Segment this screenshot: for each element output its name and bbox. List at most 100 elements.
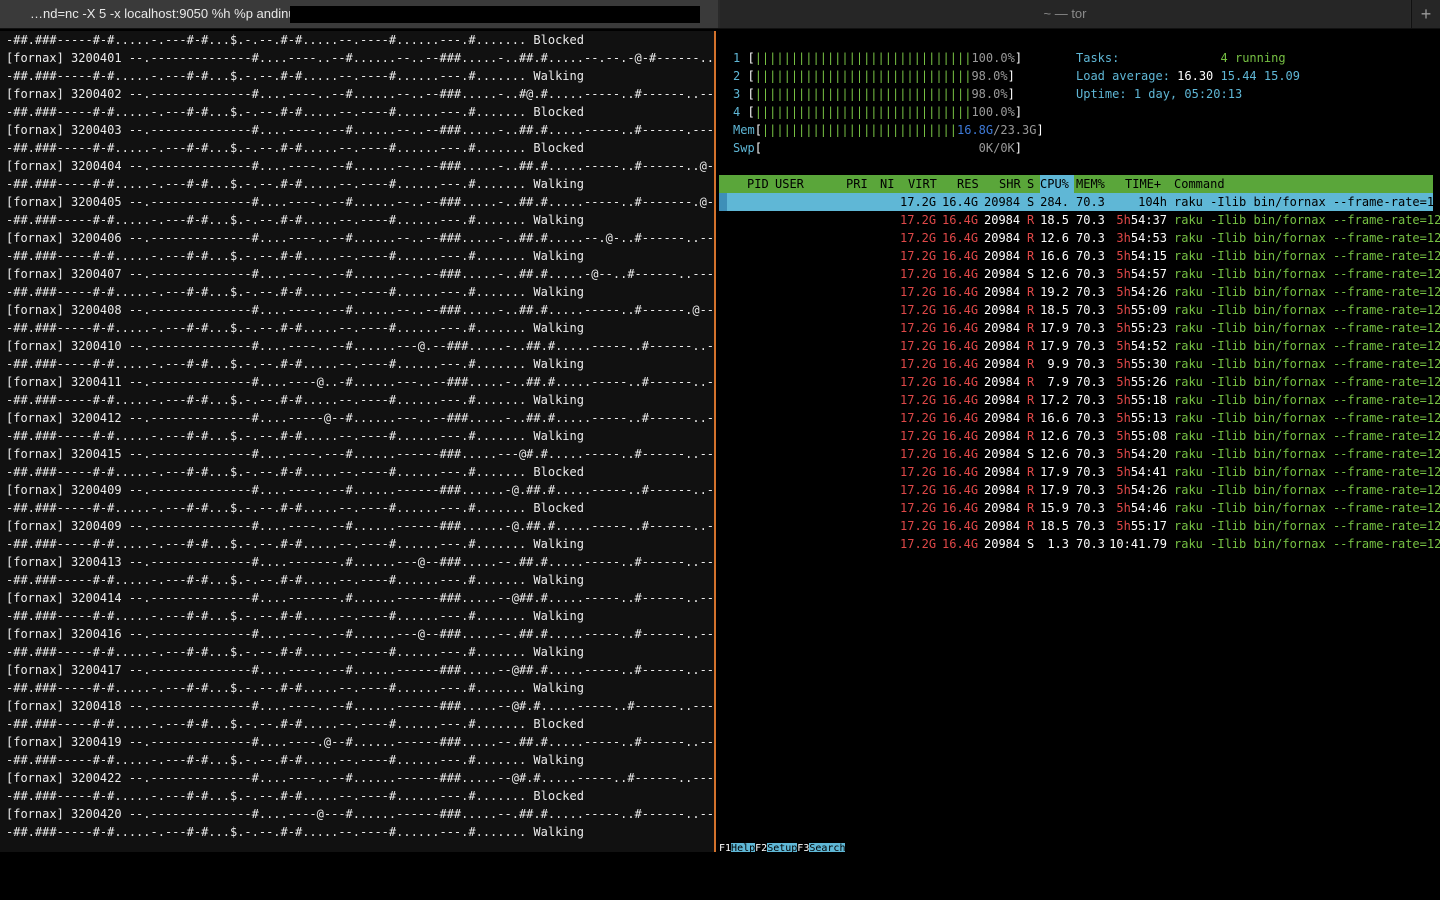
proc-time-rest: 104h — [1138, 195, 1167, 209]
terminal-line: [fornax] 3200401 --.--------------#....-… — [6, 51, 714, 65]
proc-shr: 20984 — [984, 447, 1021, 461]
function-key-3[interactable]: F3 — [797, 843, 809, 853]
proc-command: raku -Ilib bin/fornax --frame-rate=12 — [1174, 285, 1440, 299]
proc-virt: 17.2G — [900, 501, 937, 515]
proc-res: 16.4G — [942, 465, 979, 479]
col-time[interactable]: TIME+ — [1125, 175, 1161, 193]
proc-cpu: 16.6 — [1040, 249, 1069, 263]
proc-command: raku -Ilib bin/fornax --frame-rate=12 — [1174, 303, 1440, 317]
terminal-line: -##.###-----#-#.....-.---#-#...$.-.--.#-… — [6, 429, 584, 443]
proc-time-rest: 54:46 — [1130, 501, 1167, 515]
col-virt[interactable]: VIRT — [908, 175, 937, 193]
col-command[interactable]: Command — [1174, 175, 1225, 193]
proc-cpu: 9.9 — [1047, 357, 1069, 371]
proc-time: 5h55:13 — [1109, 409, 1167, 427]
process-row[interactable]: 17.2G 16.4G 20984 R 17.9 70.3 raku -Ilib bin/f… — [719, 463, 1440, 481]
col-res[interactable]: RES — [957, 175, 979, 193]
meter-bracket: [ — [747, 51, 755, 65]
tab-ssh-session[interactable]: …nd=nc -X 5 -x localhost:9050 %h %p andi… — [0, 0, 718, 28]
proc-time-hours: 5h — [1116, 249, 1131, 263]
terminal-left-pane[interactable]: -##.###-----#-#.....-.---#-#...$.-.--.#-… — [0, 31, 714, 852]
terminal-line: [fornax] 3200418 --.--------------#....-… — [6, 699, 714, 713]
uptime-info: Uptime: 1 day, 05:20:13 — [1076, 85, 1242, 103]
tab-tor[interactable]: ~ — tor — [720, 0, 1410, 28]
plus-icon: + — [1420, 4, 1432, 24]
col-pri[interactable]: PRI — [846, 175, 868, 193]
proc-state: S — [1027, 537, 1035, 551]
process-row[interactable]: 17.2G 16.4G 20984 R 17.9 70.3 raku -Ilib bin/f… — [719, 481, 1440, 499]
process-row[interactable]: 17.2G 16.4G 20984 S 12.6 70.3 raku -Ilib bin/f… — [719, 265, 1440, 283]
proc-res: 16.4G — [942, 303, 979, 317]
process-row[interactable]: 17.2G 16.4G 20984 S 1.3 70.3 raku -Ilib bin/fo… — [719, 535, 1440, 553]
process-row[interactable]: 17.2G 16.4G 20984 R 19.2 70.3 raku -Ilib bin/f… — [719, 283, 1440, 301]
process-row[interactable]: 17.2G 16.4G 20984 R 15.9 70.3 raku -Ilib bin/f… — [719, 499, 1440, 517]
process-row[interactable]: 17.2G 16.4G 20984 R 18.5 70.3 raku -Ilib bin/f… — [719, 301, 1440, 319]
proc-state: R — [1027, 519, 1035, 533]
col-user[interactable]: USER — [775, 175, 804, 193]
proc-virt: 17.2G — [900, 267, 937, 281]
process-row[interactable]: 17.2G 16.4G 20984 R 12.6 70.3 raku -Ilib bin/f… — [719, 229, 1440, 247]
proc-res: 16.4G — [942, 375, 979, 389]
proc-mem: 70.3 — [1076, 501, 1105, 515]
process-row[interactable]: 17.2G 16.4G 20984 R 18.5 70.3 raku -Ilib bin/f… — [719, 211, 1440, 229]
uptime-label: Uptime: — [1076, 87, 1127, 101]
proc-state: R — [1027, 429, 1035, 443]
process-row[interactable]: 17.2G 16.4G 20984 R 17.9 70.3 raku -Ilib bin/f… — [719, 337, 1440, 355]
proc-state: R — [1027, 483, 1035, 497]
terminal-line: -##.###-----#-#.....-.---#-#...$.-.--.#-… — [6, 177, 584, 191]
col-mem[interactable]: MEM% — [1076, 175, 1105, 193]
proc-cpu: 16.6 — [1040, 411, 1069, 425]
proc-cpu: 12.6 — [1040, 429, 1069, 443]
process-row[interactable]: 17.2G 16.4G 20984 R 17.9 70.3 raku -Ilib bin/f… — [719, 319, 1440, 337]
proc-state: R — [1027, 501, 1035, 515]
proc-shr: 20984 — [984, 267, 1021, 281]
proc-time-hours: 5h — [1116, 267, 1131, 281]
proc-cpu: 17.9 — [1040, 321, 1069, 335]
function-key-label[interactable]: Setup — [767, 843, 798, 852]
col-state[interactable]: S — [1027, 175, 1034, 193]
col-shr[interactable]: SHR — [999, 175, 1021, 193]
process-row[interactable]: 17.2G 16.4G 20984 S 12.6 70.3 raku -Ilib bin/f… — [719, 445, 1440, 463]
htop-pane[interactable]: 1 [||||||||||||||||||||||||||||||100.0%]… — [719, 31, 1440, 852]
cpu-percent: 100.0% — [971, 51, 1015, 65]
proc-time-rest: 54:26 — [1130, 285, 1167, 299]
terminal-line: [fornax] 3200404 --.--------------#....-… — [6, 159, 714, 173]
function-key-1[interactable]: F1 — [719, 843, 731, 853]
pane-divider[interactable] — [714, 31, 716, 852]
process-row[interactable]: 17.2G 16.4G 20984 R 17.2 70.3 raku -Ilib bin/f… — [719, 391, 1440, 409]
proc-mem: 70.3 — [1076, 411, 1105, 425]
proc-state: S — [1027, 447, 1035, 461]
col-ni[interactable]: NI — [880, 175, 894, 193]
proc-cpu: 18.5 — [1040, 303, 1069, 317]
process-row[interactable]: 17.2G 16.4G 20984 S 284. 70.3 raku -Ilib bin/f… — [719, 193, 1440, 211]
proc-cpu: 15.9 — [1040, 501, 1069, 515]
col-cpu[interactable]: CPU% — [1040, 175, 1074, 193]
proc-shr: 20984 — [984, 483, 1021, 497]
proc-virt: 17.2G — [900, 429, 937, 443]
proc-virt: 17.2G — [900, 213, 937, 227]
function-key-label[interactable]: Help — [731, 843, 756, 852]
new-tab-button[interactable]: + — [1411, 0, 1440, 28]
proc-time-rest: 55:26 — [1130, 375, 1167, 389]
process-row[interactable]: 17.2G 16.4G 20984 R 12.6 70.3 raku -Ilib bin/f… — [719, 427, 1440, 445]
cpu-usage-bar: |||||||||||||||||||||||||||||| — [754, 51, 972, 65]
function-key-label[interactable]: Search — [809, 843, 846, 852]
proc-command: raku -Ilib bin/fornax --frame-rate=12 — [1174, 537, 1440, 551]
proc-time-hours: 5h — [1116, 393, 1131, 407]
proc-mem: 70.3 — [1076, 375, 1105, 389]
process-row[interactable]: 17.2G 16.4G 20984 R 9.9 70.3 raku -Ilib bin/fo… — [719, 355, 1440, 373]
proc-time-rest: 55:08 — [1130, 429, 1167, 443]
function-key-2[interactable]: F2 — [755, 843, 767, 853]
process-row[interactable]: 17.2G 16.4G 20984 R 7.9 70.3 raku -Ilib bin/fo… — [719, 373, 1440, 391]
proc-cpu: 17.9 — [1040, 465, 1069, 479]
proc-time-rest: 54:52 — [1130, 339, 1167, 353]
process-table-header[interactable]: PID USER PRI NI VIRT RES SHR S CPU% MEM%… — [719, 175, 1433, 193]
col-pid[interactable]: PID — [747, 175, 769, 193]
process-row[interactable]: 17.2G 16.4G 20984 R 18.5 70.3 raku -Ilib bin/f… — [719, 517, 1440, 535]
process-row[interactable]: 17.2G 16.4G 20984 R 16.6 70.3 raku -Ilib bin/f… — [719, 409, 1440, 427]
proc-mem: 70.3 — [1076, 339, 1105, 353]
process-row[interactable]: 17.2G 16.4G 20984 R 16.6 70.3 raku -Ilib bin/f… — [719, 247, 1440, 265]
mem-total: 23.3G — [1000, 123, 1037, 137]
cpu-meter: 3 [||||||||||||||||||||||||||||||98.0%] — [733, 85, 1015, 103]
cpu-meter: 2 [||||||||||||||||||||||||||||||98.0%] — [733, 67, 1015, 85]
